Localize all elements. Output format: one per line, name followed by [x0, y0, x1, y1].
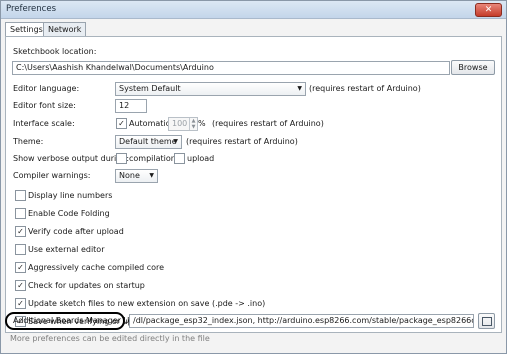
interface-scale-label: Interface scale:: [13, 119, 75, 128]
footer-note: More preferences can be edited directly …: [10, 334, 210, 343]
chevron-down-icon: ▼: [173, 138, 178, 145]
compiler-warnings-value: None: [119, 171, 140, 180]
cache-compiled-core-checkbox[interactable]: ✓: [15, 262, 26, 273]
editor-font-size-label: Editor font size:: [13, 101, 76, 110]
theme-note: (requires restart of Arduino): [186, 137, 298, 146]
verbose-upload-checkbox[interactable]: [174, 153, 185, 164]
interface-scale-value: 100: [172, 119, 188, 128]
theme-label: Theme:: [13, 137, 44, 146]
chevron-down-icon: ▼: [149, 172, 154, 179]
verify-after-upload-label: Verify code after upload: [28, 227, 124, 236]
preferences-window: Preferences ✕ Settings Network Sketchboo…: [0, 0, 507, 354]
editor-language-value: System Default: [119, 84, 181, 93]
display-line-numbers-label: Display line numbers: [28, 191, 113, 200]
automatic-scale-label: Automatic: [129, 119, 171, 128]
verbose-compilation-checkbox[interactable]: [116, 153, 127, 164]
editor-font-size-field[interactable]: 12: [115, 99, 147, 113]
editor-language-dropdown[interactable]: System Default ▼: [115, 82, 306, 96]
check-updates-checkbox[interactable]: ✓: [15, 280, 26, 291]
verify-after-upload-checkbox[interactable]: ✓: [15, 226, 26, 237]
theme-value: Default theme: [119, 137, 177, 146]
compiler-warnings-label: Compiler warnings:: [13, 171, 91, 180]
check-updates-label: Check for updates on startup: [28, 281, 145, 290]
tab-settings[interactable]: Settings: [5, 22, 48, 37]
cache-compiled-core-label: Aggressively cache compiled core: [28, 263, 165, 272]
display-line-numbers-checkbox[interactable]: [15, 190, 26, 201]
tab-network[interactable]: Network: [43, 22, 87, 36]
update-extension-checkbox[interactable]: ✓: [15, 298, 26, 309]
automatic-scale-checkbox[interactable]: ✓: [116, 118, 127, 129]
window-title: Preferences: [6, 4, 56, 14]
interface-scale-spinner[interactable]: 100 ▲ ▼: [168, 117, 198, 131]
compiler-warnings-dropdown[interactable]: None ▼: [115, 169, 158, 183]
chevron-down-icon: ▼: [297, 85, 302, 92]
window-icon: [482, 317, 492, 326]
verbose-output-label: Show verbose output during:: [13, 154, 130, 163]
enable-code-folding-checkbox[interactable]: [15, 208, 26, 219]
verbose-compilation-label: compilation: [129, 154, 176, 163]
open-url-editor-button[interactable]: [478, 313, 495, 329]
use-external-editor-label: Use external editor: [28, 245, 105, 254]
settings-panel: Sketchbook location: C:\Users\Aashish Kh…: [5, 36, 502, 333]
interface-scale-unit: %: [198, 119, 206, 128]
verbose-upload-label: upload: [187, 154, 215, 163]
theme-dropdown[interactable]: Default theme ▼: [115, 135, 182, 149]
boards-manager-urls-field[interactable]: /dl/package_esp32_index.json, http://ard…: [129, 314, 474, 328]
close-button[interactable]: ✕: [475, 3, 502, 17]
interface-scale-note: (requires restart of Arduino): [212, 119, 324, 128]
sketchbook-location-field[interactable]: C:\Users\Aashish Khandelwal\Documents\Ar…: [12, 61, 450, 75]
update-extension-label: Update sketch files to new extension on …: [28, 299, 266, 308]
spinner-arrows-icon[interactable]: ▲ ▼: [189, 118, 197, 130]
title-bar: Preferences ✕: [1, 1, 506, 19]
browse-button[interactable]: Browse: [451, 60, 495, 75]
boards-manager-label: Additional Boards Manager URLs:: [13, 316, 147, 325]
editor-language-label: Editor language:: [13, 84, 80, 93]
enable-code-folding-label: Enable Code Folding: [28, 209, 110, 218]
editor-language-note: (requires restart of Arduino): [309, 84, 421, 93]
sketchbook-label: Sketchbook location:: [13, 47, 97, 56]
use-external-editor-checkbox[interactable]: [15, 244, 26, 255]
